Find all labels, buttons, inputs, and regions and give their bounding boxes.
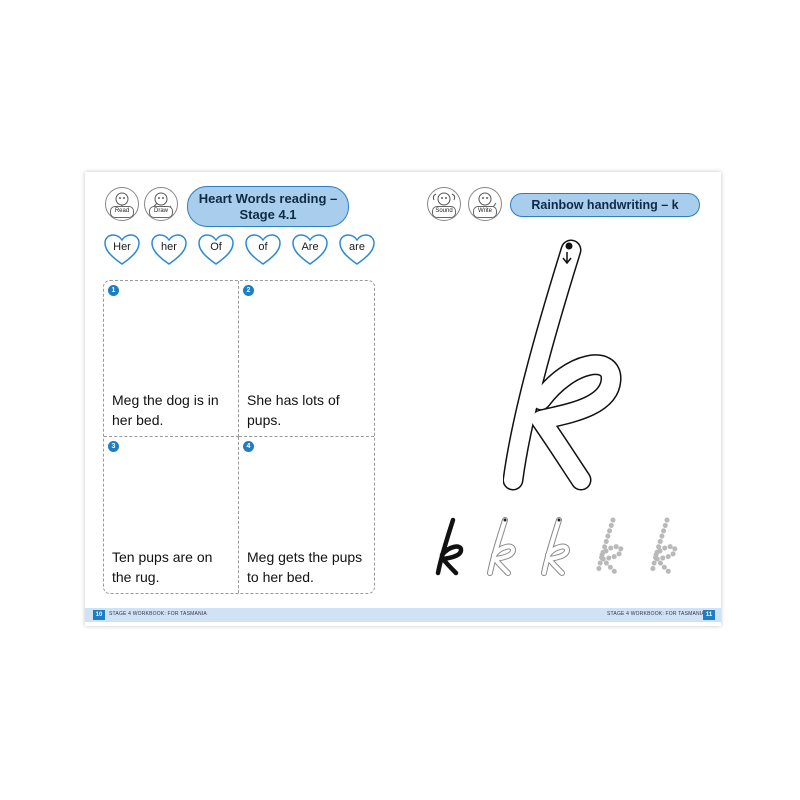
page-title: Heart Words reading – Stage 4.1 [187,186,349,227]
story-panel: 2 She has lots of pups. [239,281,374,437]
story-panels: 1 Meg the dog is in her bed. 2 She has l… [103,280,375,594]
workbook-spread: Read Draw Heart Words reading – Stage 4.… [85,172,721,626]
footer-text: STAGE 4 WORKBOOK: FOR TASMANIA [109,611,207,617]
badge-label: Read [110,206,134,218]
write-badge: Write [468,187,502,221]
left-page: Read Draw Heart Words reading – Stage 4.… [85,172,404,626]
heart-word-label: Are [301,241,319,253]
page-footer: 10 STAGE 4 WORKBOOK: FOR TASMANIA [85,608,403,622]
tracing-letter-k [503,239,622,491]
story-panel: 3 Ten pups are on the rug. [104,437,239,593]
outline-letter-k [541,517,570,576]
panel-sentence: Meg the dog is in her bed. [112,392,219,428]
panel-number: 2 [243,285,254,296]
heart-word: of [244,233,282,267]
dotted-letter-k [595,517,624,576]
heart-word: Her [103,233,141,267]
page-number: 10 [93,610,105,620]
panel-number: 3 [108,441,119,452]
heart-word: her [150,233,188,267]
draw-badge: Draw [144,187,178,221]
page-title: Rainbow handwriting – k [510,193,700,217]
heart-word: Are [291,233,329,267]
story-panel: 4 Meg gets the pups to her bed. [239,437,374,593]
right-page: Sound Write Rainbow handwriting – k STAG… [403,172,721,626]
story-panel: 1 Meg the dog is in her bed. [104,281,239,437]
title-line-1: Heart Words reading – [198,190,338,206]
heart-word: are [338,233,376,267]
heart-word: Of [197,233,235,267]
sound-badge: Sound [427,187,461,221]
heart-words-row: Her her Of of Are are [103,233,389,267]
page-number: 11 [703,610,715,620]
outline-letter-k [487,517,516,576]
footer-text: STAGE 4 WORKBOOK: FOR TASMANIA [607,611,705,617]
read-badge: Read [105,187,139,221]
heart-word-label: her [161,241,177,253]
solid-letter-k [435,517,464,576]
panel-sentence: Ten pups are on the rug. [112,549,213,585]
dotted-letter-k [649,517,678,576]
panel-number: 4 [243,441,254,452]
panel-sentence: She has lots of pups. [247,392,340,428]
badge-label: Draw [149,206,173,218]
heart-word-label: are [349,241,365,253]
heart-word-label: Of [210,241,222,253]
badge-label: Sound [432,206,456,218]
badge-label: Write [473,206,497,218]
title-line-2: Stage 4.1 [239,206,297,222]
page-footer: STAGE 4 WORKBOOK: FOR TASMANIA 11 [403,608,721,622]
heart-word-label: Her [113,241,131,253]
heart-word-label: of [258,241,268,253]
start-dot-icon [565,242,573,250]
panel-number: 1 [108,285,119,296]
panel-sentence: Meg gets the pups to her bed. [247,549,363,585]
